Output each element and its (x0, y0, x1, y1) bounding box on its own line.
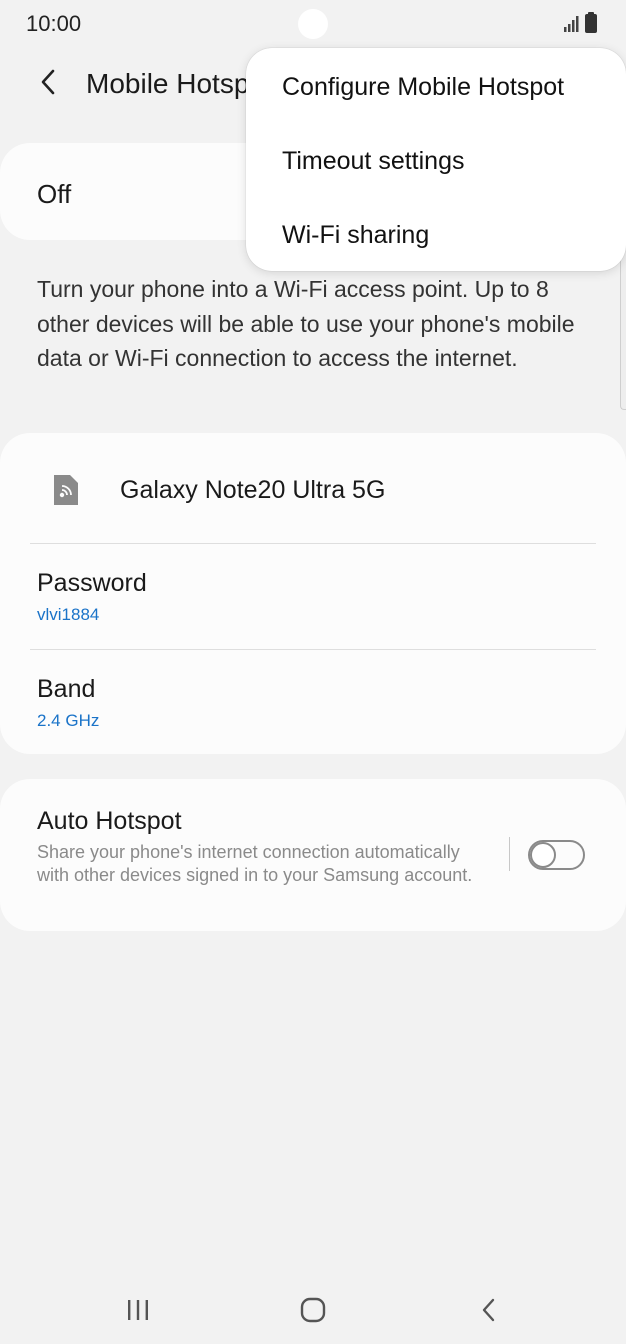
menu-item-configure-mobile-hotspot[interactable]: Configure Mobile Hotspot (246, 50, 626, 124)
network-info-card: Galaxy Note20 Ultra 5G Password vlvi1884… (0, 433, 626, 754)
auto-hotspot-title: Auto Hotspot (37, 807, 182, 835)
password-label: Password (37, 569, 147, 597)
toggle-divider (509, 837, 510, 871)
menu-item-wifi-sharing[interactable]: Wi-Fi sharing (246, 198, 626, 272)
hotspot-state-label: Off (37, 179, 72, 209)
navigation-bar (0, 1270, 626, 1344)
front-camera-cutout (298, 9, 328, 39)
back-button[interactable] (30, 64, 66, 100)
toggle-knob (530, 842, 556, 868)
home-button[interactable] (288, 1290, 338, 1330)
nav-back-icon (482, 1298, 495, 1322)
password-row[interactable]: Password vlvi1884 (0, 544, 626, 649)
page-title: Mobile Hotspot (86, 68, 273, 99)
hotspot-description: Turn your phone into a Wi-Fi access poin… (37, 276, 575, 371)
auto-hotspot-toggle[interactable] (528, 840, 585, 870)
status-time: 10:00 (26, 11, 82, 36)
back-arrow-icon (41, 69, 55, 95)
home-icon (300, 1297, 326, 1323)
overflow-menu: Configure Mobile Hotspot Timeout setting… (246, 48, 626, 271)
nav-back-button[interactable] (464, 1290, 514, 1330)
menu-item-timeout-settings[interactable]: Timeout settings (246, 124, 626, 198)
hotspot-device-icon (52, 473, 82, 512)
recents-icon (128, 1300, 148, 1320)
recents-button[interactable] (113, 1290, 163, 1330)
band-value: 2.4 GHz (37, 711, 100, 730)
auto-hotspot-description: Share your phone's internet connection a… (37, 842, 473, 885)
battery-icon (585, 12, 597, 33)
signal-icon (564, 16, 579, 32)
status-bar: 10:00 (0, 0, 626, 48)
device-name: Galaxy Note20 Ultra 5G (120, 476, 386, 504)
password-value: vlvi1884 (37, 605, 100, 624)
auto-hotspot-card[interactable]: Auto Hotspot Share your phone's internet… (0, 779, 626, 931)
band-label: Band (37, 675, 96, 703)
status-icons (562, 12, 602, 39)
band-row[interactable]: Band 2.4 GHz (0, 650, 626, 754)
